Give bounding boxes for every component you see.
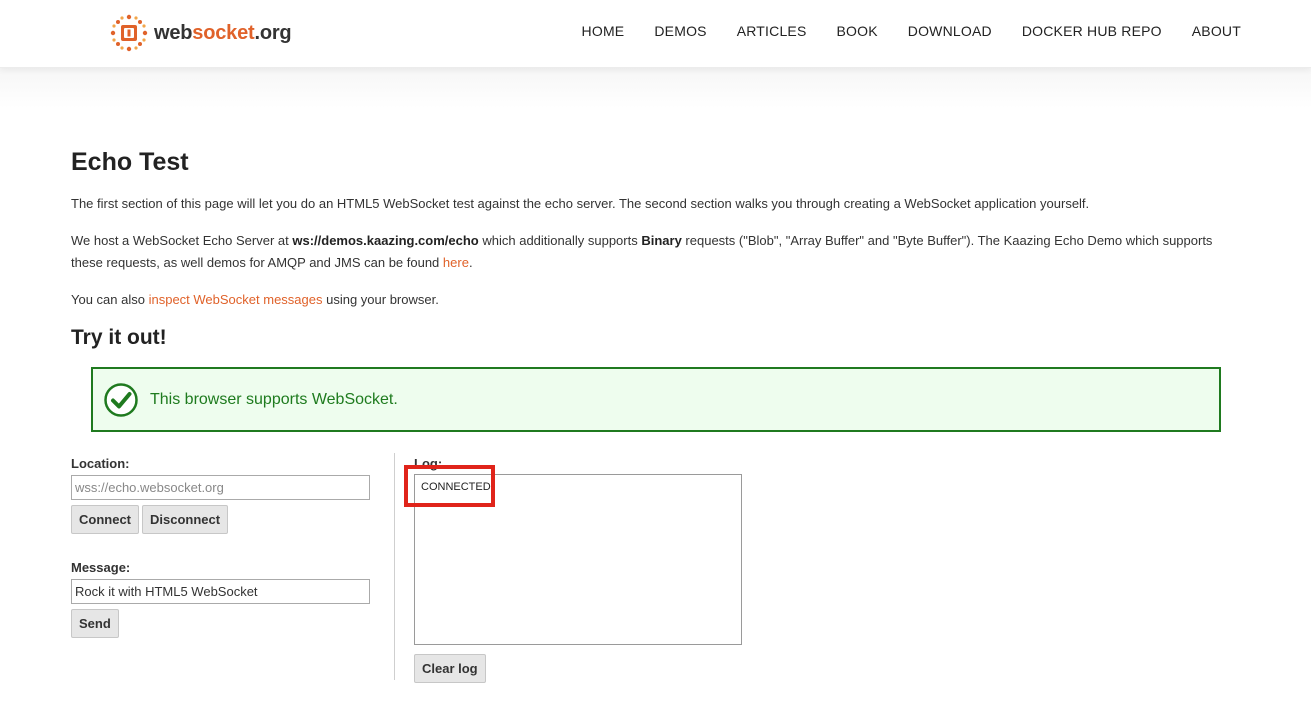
kaazing-demo-link[interactable]: here [443,255,469,270]
location-input[interactable] [71,475,370,500]
check-circle-icon [104,382,138,417]
intro-paragraph: The first section of this page will let … [71,196,1090,211]
inspect-messages-link[interactable]: inspect WebSocket messages [149,292,323,307]
disconnect-button[interactable]: Disconnect [142,505,229,534]
message-label: Message: [71,560,131,575]
websocket-logo-icon [110,14,148,52]
nav-demos[interactable]: DEMOS [654,23,706,39]
nav-home[interactable]: HOME [582,23,625,39]
site-header: websocket.org HOME DEMOS ARTICLES BOOK D… [0,0,1311,68]
nav-download[interactable]: DOWNLOAD [908,23,992,39]
log-entry: CONNECTED [421,481,491,493]
header-shadow-band [0,68,1311,108]
column-divider [394,453,395,680]
echo-server-url: ws://demos.kaazing.com/echo [292,233,479,248]
nav-book[interactable]: BOOK [837,23,878,39]
send-button[interactable]: Send [71,609,119,638]
clear-log-button[interactable]: Clear log [414,654,486,683]
log-label: Log: [414,456,443,471]
location-label: Location: [71,456,130,471]
websocket-support-banner: This browser supports WebSocket. [91,367,1221,432]
try-it-out-heading: Try it out! [71,326,167,349]
nav-docker-hub-repo[interactable]: DOCKER HUB REPO [1022,23,1162,39]
page-title: Echo Test [71,148,189,176]
logo-wordmark: websocket.org [154,21,292,44]
nav-articles[interactable]: ARTICLES [737,23,807,39]
host-paragraph: We host a WebSocket Echo Server at ws://… [71,233,1213,270]
message-input[interactable] [71,579,370,604]
main-nav: HOME DEMOS ARTICLES BOOK DOWNLOAD DOCKER… [552,0,1241,62]
support-message: This browser supports WebSocket. [150,390,398,408]
inspect-paragraph: You can also inspect WebSocket messages … [71,292,439,307]
connect-button[interactable]: Connect [71,505,139,534]
nav-about[interactable]: ABOUT [1192,23,1241,39]
site-logo[interactable]: websocket.org [110,13,292,53]
log-output[interactable]: CONNECTED [414,474,742,645]
